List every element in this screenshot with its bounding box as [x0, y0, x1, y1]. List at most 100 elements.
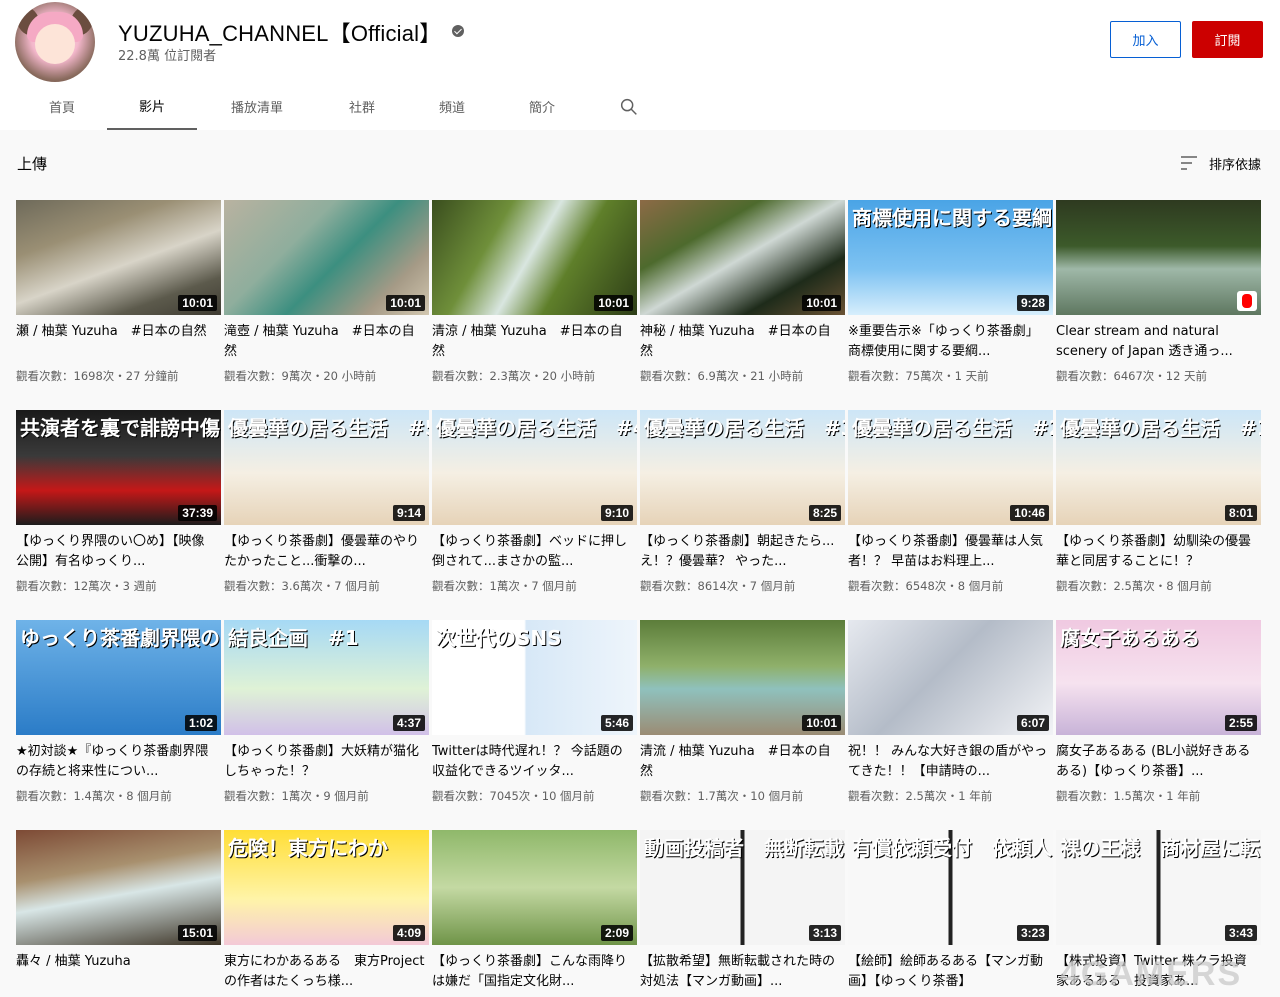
video-card[interactable]: 結良企画 #1 4:37 【ゆっくり茶番劇】大妖精が猫化しちゃった！？ 觀看次數：1萬…: [224, 620, 429, 830]
video-card[interactable]: 15:01轟々 / 柚葉 Yuzuha觀看次數：6833次・1 年前: [16, 830, 221, 997]
video-thumbnail[interactable]: 10:01: [16, 200, 221, 315]
video-thumbnail[interactable]: 10:01: [640, 620, 845, 735]
tab-playlists[interactable]: 播放清單: [213, 82, 301, 130]
thumbnail-caption: 共演者を裏で誹謗中傷: [20, 416, 220, 440]
video-card[interactable]: 共演者を裏で誹謗中傷 37:39 【ゆっくり界隈のい〇め】【映像公開】有名ゆっくり.…: [16, 410, 221, 620]
video-card[interactable]: 優曇華の居る生活 #3 8:25 【ゆっくり茶番劇】朝起きたら...え！？優曇華？ …: [640, 410, 845, 620]
video-card[interactable]: 10:01 清流 / 柚葉 Yuzuha #日本の自然 觀看次數：1.7萬次・10 …: [640, 620, 845, 830]
video-thumbnail[interactable]: ゆっくり茶番劇界隈の 1:02: [16, 620, 221, 735]
video-thumbnail[interactable]: 優曇華の居る生活 #1 8:01: [1056, 410, 1261, 525]
video-thumbnail[interactable]: 優曇華の居る生活 #2 10:46: [848, 410, 1053, 525]
video-thumbnail[interactable]: 腐女子あるある 2:55: [1056, 620, 1261, 735]
video-thumbnail[interactable]: 有償依頼受付 依頼人バックレ 3:23: [848, 830, 1053, 945]
video-title[interactable]: 腐女子あるある (BL小説好きあるある)【ゆっくり茶番】...: [1056, 742, 1261, 782]
video-thumbnail[interactable]: 優曇華の居る生活 #4 9:10: [432, 410, 637, 525]
video-title[interactable]: 【ゆっくり茶番劇】ベッドに押し倒されて...まさかの監...: [432, 532, 637, 572]
join-button[interactable]: 加入: [1110, 21, 1181, 58]
sort-icon[interactable]: [1180, 155, 1198, 171]
video-thumbnail[interactable]: 次世代のSNS 5:46: [432, 620, 637, 735]
thumbnail-caption: 動画投稿者 無断転載被害: [644, 836, 845, 860]
video-title[interactable]: 瀬 / 柚葉 Yuzuha #日本の自然: [16, 322, 221, 362]
video-title[interactable]: 【ゆっくり茶番劇】朝起きたら...え！？優曇華？ やった...: [640, 532, 845, 572]
video-title[interactable]: 滝壺 / 柚葉 Yuzuha #日本の自然: [224, 322, 429, 362]
video-thumbnail[interactable]: 2:09: [432, 830, 637, 945]
video-card[interactable]: 腐女子あるある 2:55 腐女子あるある (BL小説好きあるある)【ゆっくり茶番】.…: [1056, 620, 1261, 830]
video-card[interactable]: 6:07 祝！！ みんな大好き銀の盾がやってきた！！【申請時の... 觀看次數：2.…: [848, 620, 1053, 830]
video-card[interactable]: 10:01 神秘 / 柚葉 Yuzuha #日本の自然 觀看次數：6.9萬次・21 …: [640, 200, 845, 410]
video-title[interactable]: 祝！！ みんな大好き銀の盾がやってきた！！【申請時の...: [848, 742, 1053, 782]
video-card[interactable]: 優曇華の居る生活 #5 9:14 【ゆっくり茶番劇】優曇華のやりたかったこと...衝…: [224, 410, 429, 620]
channel-header: YUZUHA_CHANNEL【Official】 22.8萬 位訂閱者 加入 訂…: [0, 0, 1280, 130]
video-title[interactable]: 轟々 / 柚葉 Yuzuha: [16, 952, 221, 992]
video-thumbnail[interactable]: 危険！東方にわか 4:09: [224, 830, 429, 945]
tab-about[interactable]: 簡介: [498, 82, 586, 130]
video-thumbnail[interactable]: 優曇華の居る生活 #5 9:14: [224, 410, 429, 525]
video-title[interactable]: 【絵師】絵師あるある【マンガ動画】【ゆっくり茶番】: [848, 952, 1053, 992]
video-meta: 觀看次數：6548次・8 個月前: [848, 579, 1004, 593]
video-title[interactable]: 【ゆっくり茶番劇】優曇華のやりたかったこと...衝撃の...: [224, 532, 429, 572]
thumbnail-caption: 優曇華の居る生活 #2: [852, 416, 1053, 440]
video-thumbnail[interactable]: [1056, 200, 1261, 315]
channel-avatar[interactable]: [15, 2, 95, 82]
video-thumbnail[interactable]: 裸の王様 商材屋に転身 3:43: [1056, 830, 1261, 945]
video-card[interactable]: 有償依頼受付 依頼人バックレ 3:23 【絵師】絵師あるある【マンガ動画】【ゆっくり…: [848, 830, 1053, 997]
video-title[interactable]: 【ゆっくり茶番劇】こんな雨降りは嫌だ「国指定文化財...: [432, 952, 637, 992]
video-card[interactable]: 10:01 瀬 / 柚葉 Yuzuha #日本の自然 觀看次數：1698次・27 分…: [16, 200, 221, 410]
video-card[interactable]: Clear stream and natural scenery of Japa…: [1056, 200, 1261, 410]
video-thumbnail[interactable]: 10:01: [640, 200, 845, 315]
video-title[interactable]: 【拡散希望】無断転載された時の対処法【マンガ動画】...: [640, 952, 845, 992]
video-card[interactable]: 10:01 滝壺 / 柚葉 Yuzuha #日本の自然 觀看次數：9萬次・20 小時…: [224, 200, 429, 410]
video-card[interactable]: 優曇華の居る生活 #4 9:10 【ゆっくり茶番劇】ベッドに押し倒されて...まさか…: [432, 410, 637, 620]
tab-videos[interactable]: 影片: [107, 82, 197, 130]
duration-badge: 3:13: [808, 925, 841, 941]
tab-community[interactable]: 社群: [318, 82, 406, 130]
video-thumbnail[interactable]: 15:01: [16, 830, 221, 945]
video-thumbnail[interactable]: 10:01: [224, 200, 429, 315]
video-title[interactable]: Twitterは時代遅れ！？ 今話題の収益化できるツイッタ...: [432, 742, 637, 782]
duration-badge: 10:01: [178, 295, 217, 311]
video-card[interactable]: ゆっくり茶番劇界隈の 1:02 ★初対談★『ゆっくり茶番劇界隈の存続と将来性につい.…: [16, 620, 221, 830]
subscriber-count: 22.8萬 位訂閱者: [118, 49, 217, 64]
video-title[interactable]: 清涼 / 柚葉 Yuzuha #日本の自然: [432, 322, 637, 362]
video-card[interactable]: 危険！東方にわか 4:09 東方にわかあるある 東方Projectの作者はたくっち様…: [224, 830, 429, 997]
video-thumbnail[interactable]: 10:01: [432, 200, 637, 315]
video-title[interactable]: 【ゆっくり茶番劇】幼馴染の優曇華と同居することに！？: [1056, 532, 1261, 572]
video-title[interactable]: ★初対談★『ゆっくり茶番劇界隈の存続と将来性につい...: [16, 742, 221, 782]
video-title[interactable]: ※重要告示※「ゆっくり茶番劇」商標使用に関する要綱...: [848, 322, 1053, 362]
video-thumbnail[interactable]: 6:07: [848, 620, 1053, 735]
video-thumbnail[interactable]: 優曇華の居る生活 #3 8:25: [640, 410, 845, 525]
duration-badge: 37:39: [178, 505, 217, 521]
video-card[interactable]: 2:09 【ゆっくり茶番劇】こんな雨降りは嫌だ「国指定文化財...: [432, 830, 637, 997]
thumbnail-caption: 結良企画 #1: [228, 626, 359, 650]
video-card[interactable]: 優曇華の居る生活 #2 10:46 【ゆっくり茶番劇】優曇華は人気者！？ 早苗はお料…: [848, 410, 1053, 620]
video-title[interactable]: Clear stream and natural scenery of Japa…: [1056, 322, 1261, 362]
video-card[interactable]: 動画投稿者 無断転載被害 3:13 【拡散希望】無断転載された時の対処法【マンガ動画…: [640, 830, 845, 997]
video-card[interactable]: 次世代のSNS 5:46 Twitterは時代遅れ！？ 今話題の収益化できるツイッタ…: [432, 620, 637, 830]
search-icon[interactable]: [618, 96, 640, 118]
thumbnail-caption: ゆっくり茶番劇界隈の: [20, 626, 220, 650]
duration-badge: 8:01: [1224, 505, 1257, 521]
video-card[interactable]: 10:01 清涼 / 柚葉 Yuzuha #日本の自然 觀看次數：2.3萬次・20 …: [432, 200, 637, 410]
video-thumbnail[interactable]: 結良企画 #1 4:37: [224, 620, 429, 735]
video-thumbnail[interactable]: 動画投稿者 無断転載被害 3:13: [640, 830, 845, 945]
duration-badge: 10:01: [594, 295, 633, 311]
sort-button[interactable]: 排序依據: [1209, 154, 1261, 173]
video-title[interactable]: 【ゆっくり茶番劇】大妖精が猫化しちゃった！？: [224, 742, 429, 782]
duration-badge: 5:46: [600, 715, 633, 731]
duration-badge: 2:09: [600, 925, 633, 941]
tab-home[interactable]: 首頁: [18, 82, 106, 130]
video-meta: 觀看次數：75萬次・1 天前: [848, 369, 989, 383]
video-thumbnail[interactable]: 商標使用に関する要綱 9:28: [848, 200, 1053, 315]
video-title[interactable]: 【ゆっくり茶番劇】優曇華は人気者！？ 早苗はお料理上...: [848, 532, 1053, 572]
video-title[interactable]: 【ゆっくり界隈のい〇め】【映像公開】有名ゆっくり...: [16, 532, 221, 572]
thumbnail-caption: 優曇華の居る生活 #5: [228, 416, 429, 440]
duration-badge: 9:28: [1016, 295, 1049, 311]
video-card[interactable]: 商標使用に関する要綱 9:28 ※重要告示※「ゆっくり茶番劇」商標使用に関する要綱.…: [848, 200, 1053, 410]
tab-channels[interactable]: 頻道: [408, 82, 496, 130]
video-thumbnail[interactable]: 共演者を裏で誹謗中傷 37:39: [16, 410, 221, 525]
video-title[interactable]: 東方にわかあるある 東方Projectの作者はたくっち様...: [224, 952, 429, 992]
video-title[interactable]: 清流 / 柚葉 Yuzuha #日本の自然: [640, 742, 845, 782]
video-card[interactable]: 優曇華の居る生活 #1 8:01 【ゆっくり茶番劇】幼馴染の優曇華と同居することに！…: [1056, 410, 1261, 620]
subscribe-button[interactable]: 訂閱: [1192, 21, 1263, 58]
video-title[interactable]: 神秘 / 柚葉 Yuzuha #日本の自然: [640, 322, 845, 362]
